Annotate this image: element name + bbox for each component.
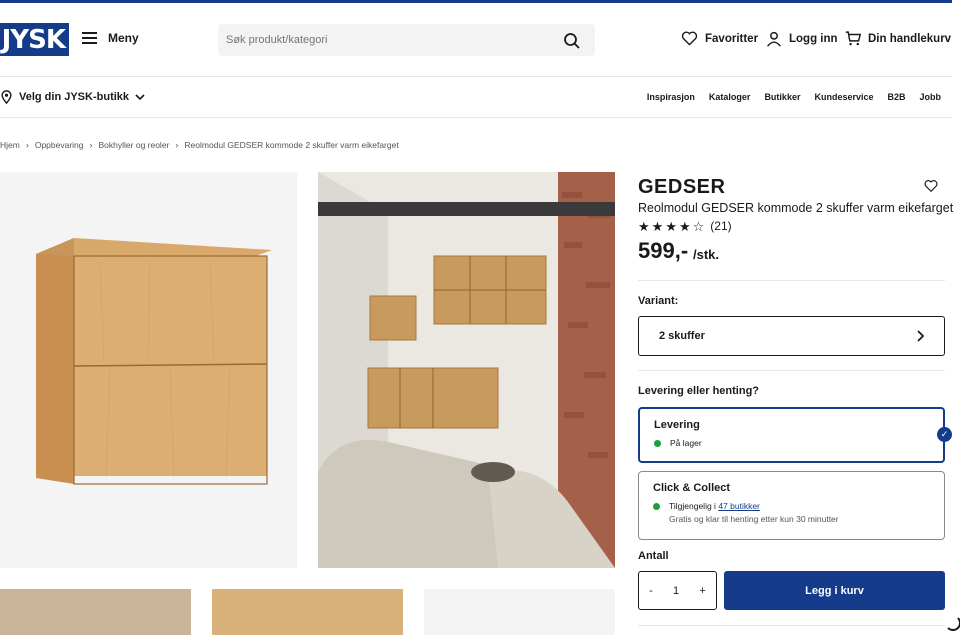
breadcrumb: Hjem › Oppbevaring › Bokhyller og reoler… (0, 140, 399, 150)
chevron-down-icon (135, 94, 145, 101)
quantity-value[interactable]: 1 (673, 585, 679, 597)
hamburger-icon (82, 32, 98, 44)
loading-spinner-icon (945, 615, 960, 631)
user-icon (767, 31, 781, 47)
add-to-cart-button[interactable]: Legg i kurv (724, 571, 945, 610)
star-filled-icon: ★ (638, 218, 650, 234)
nav-links: Inspirasjon Kataloger Butikker Kundeserv… (647, 92, 941, 102)
star-empty-icon: ☆ (692, 218, 705, 234)
collect-status-prefix: Tilgjengelig i (669, 501, 716, 511)
decrement-button[interactable]: - (649, 585, 653, 597)
collect-availability: Tilgjengelig i 47 butikker (653, 501, 930, 511)
product-price: 599,- (638, 238, 689, 263)
login-link[interactable]: Logg inn (766, 31, 838, 47)
store-label: Velg din JYSK-butikk (19, 91, 130, 103)
increment-button[interactable]: + (699, 585, 705, 597)
quantity-stepper[interactable]: - 1 + (638, 571, 717, 610)
favorites-link[interactable]: Favoritter (681, 31, 758, 46)
delivery-stock-status: På lager (654, 438, 929, 448)
product-brand: GEDSER (638, 176, 726, 198)
product-image-main[interactable] (0, 172, 297, 568)
nav-link-kataloger[interactable]: Kataloger (709, 92, 751, 102)
menu-button[interactable]: Meny (82, 31, 139, 45)
site-header: JYSK Meny Favoritter Logg inn Din handle… (0, 3, 952, 77)
collect-note: Gratis og klar til henting etter kun 30 … (669, 514, 839, 524)
jysk-logo[interactable]: JYSK (0, 23, 69, 56)
delivery-option[interactable]: Levering På lager (638, 407, 945, 463)
review-count: (21) (710, 219, 732, 233)
nav-link-kundeservice[interactable]: Kundeservice (814, 92, 873, 102)
chevron-right-icon: › (25, 140, 29, 150)
product-rating[interactable]: ★ ★ ★ ★ ☆ (21) (638, 219, 732, 233)
breadcrumb-item[interactable]: Hjem (0, 140, 20, 150)
variant-selector[interactable]: 2 skuffer (638, 316, 945, 356)
breadcrumb-item[interactable]: Oppbevaring (35, 140, 84, 150)
stores-link[interactable]: 47 butikker (718, 501, 760, 511)
breadcrumb-item[interactable]: Bokhyller og reoler (99, 140, 170, 150)
checkmark-icon: ✓ (937, 427, 952, 442)
star-filled-icon: ★ (651, 218, 664, 234)
search-input[interactable] (218, 24, 595, 56)
thumbnail-image[interactable] (424, 589, 615, 635)
divider (638, 280, 945, 281)
nav-link-b2b[interactable]: B2B (887, 92, 905, 102)
product-name: Reolmodul GEDSER kommode 2 skuffer varm … (638, 201, 954, 215)
delivery-question: Levering eller henting? (638, 385, 760, 397)
divider (638, 625, 945, 626)
menu-label: Meny (108, 31, 139, 45)
chevron-right-icon (917, 330, 924, 342)
star-filled-icon: ★ (678, 218, 691, 234)
product-image-lifestyle[interactable] (318, 172, 615, 568)
favorite-heart-icon[interactable] (924, 179, 938, 193)
store-selector[interactable]: Velg din JYSK-butikk (0, 90, 145, 104)
breadcrumb-current: Reolmodul GEDSER kommode 2 skuffer varm … (184, 140, 399, 150)
cabinet-illustration (36, 238, 272, 485)
thumbnail-image[interactable] (212, 589, 403, 635)
divider (638, 370, 945, 371)
location-pin-icon (1, 90, 12, 104)
heart-icon (681, 31, 698, 46)
variant-label: Variant: (638, 295, 679, 307)
search-icon[interactable] (563, 32, 581, 50)
cart-link[interactable]: Din handlekurv (845, 31, 951, 46)
cart-label: Din handlekurv (868, 32, 952, 45)
stock-status-text: På lager (670, 438, 702, 448)
sub-navigation: Velg din JYSK-butikk Inspirasjon Katalog… (0, 78, 952, 118)
nav-link-jobb[interactable]: Jobb (920, 92, 942, 102)
thumbnail-image[interactable] (0, 589, 191, 635)
login-label: Logg inn (789, 33, 838, 45)
variant-value: 2 skuffer (659, 330, 705, 342)
delivery-title: Levering (654, 419, 700, 431)
living-room-photo (318, 172, 615, 568)
price-unit: /stk. (693, 247, 720, 262)
in-stock-dot-icon (654, 439, 661, 447)
star-filled-icon: ★ (665, 218, 677, 234)
favorites-label: Favoritter (705, 32, 759, 45)
click-collect-title: Click & Collect (653, 482, 731, 494)
nav-link-butikker[interactable]: Butikker (764, 92, 800, 102)
chevron-right-icon: › (89, 140, 93, 150)
quantity-label: Antall (638, 550, 669, 562)
click-collect-option[interactable]: Click & Collect Tilgjengelig i 47 butikk… (638, 471, 945, 540)
nav-link-inspirasjon[interactable]: Inspirasjon (647, 92, 695, 102)
in-stock-dot-icon (653, 502, 660, 510)
cart-icon (845, 31, 861, 46)
chevron-right-icon: › (175, 140, 179, 150)
